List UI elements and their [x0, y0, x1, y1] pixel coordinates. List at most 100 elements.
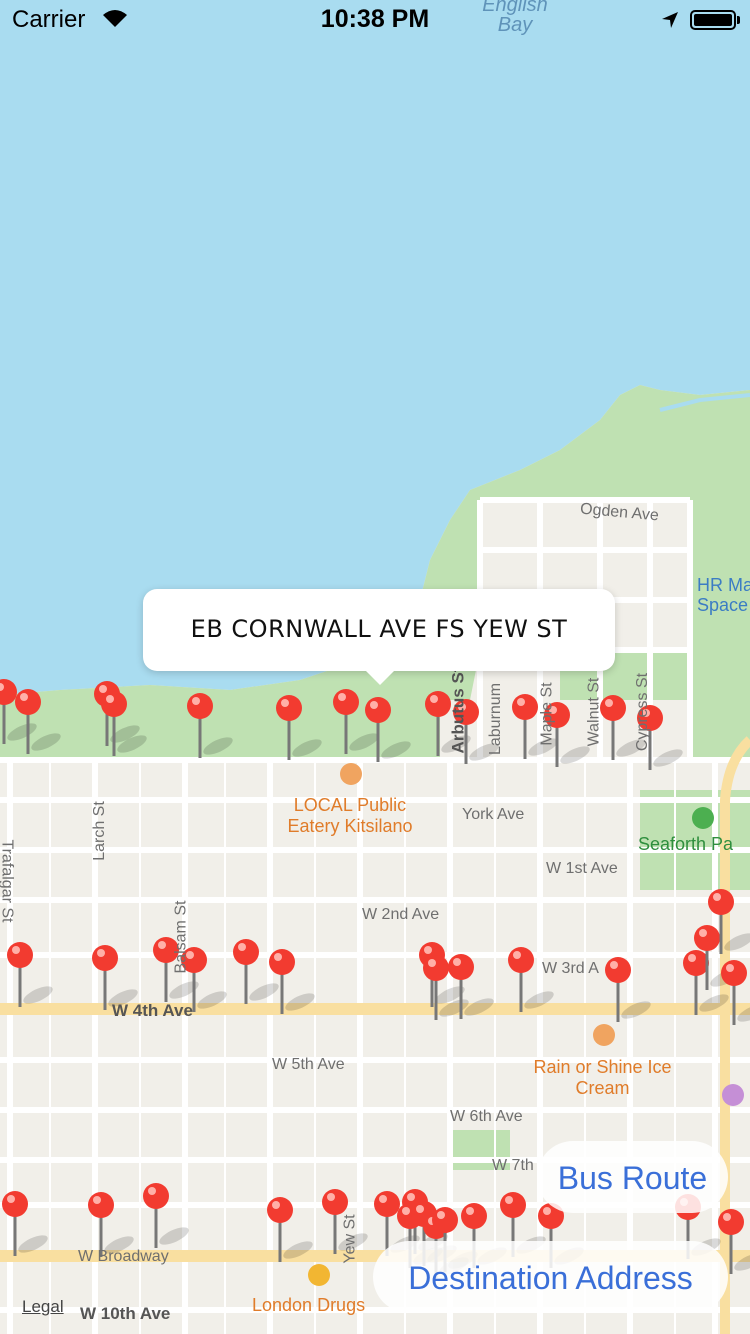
pin-highlight: [192, 697, 200, 705]
pin-highlight: [7, 1195, 15, 1203]
status-bar: Carrier 10:38 PM: [0, 0, 750, 40]
battery-cap: [737, 16, 740, 24]
pin-highlight: [407, 1193, 415, 1201]
pin-highlight: [370, 701, 378, 709]
pin-highlight: [428, 959, 436, 967]
street-w7th: W 7th: [492, 1157, 534, 1174]
location-arrow-icon: [662, 12, 678, 28]
pin-head: [92, 945, 118, 971]
pin-highlight: [20, 693, 28, 701]
poi-local-eatery[interactable]: LOCAL Public Eatery Kitsilano: [270, 795, 430, 837]
pin-highlight: [543, 1207, 551, 1215]
pin-highlight: [327, 1193, 335, 1201]
pin-head: [432, 1207, 458, 1233]
park-icon[interactable]: [692, 807, 714, 829]
battery-icon: [690, 10, 736, 30]
poi-hr-ma[interactable]: HR Ma: [697, 575, 750, 595]
legal-link[interactable]: Legal: [22, 1297, 64, 1317]
pin-head: [423, 955, 449, 981]
pin-highlight: [713, 893, 721, 901]
pin-head: [267, 1197, 293, 1223]
pin-highlight: [12, 946, 20, 954]
callout-title: EB CORNWALL AVE FS YEW ST: [190, 615, 568, 643]
street-larch-st: Larch St: [90, 801, 108, 861]
pin-highlight: [437, 1211, 445, 1219]
pin-head: [143, 1183, 169, 1209]
street-walnut-st: Walnut St: [585, 677, 603, 747]
pin-head: [683, 950, 709, 976]
pin-head: [7, 942, 33, 968]
pin-head: [694, 925, 720, 951]
street-w10th-ave: W 10th Ave: [80, 1304, 171, 1323]
street-w3rd-ave: W 3rd A: [542, 960, 599, 977]
pin-head: [425, 691, 451, 717]
pin-highlight: [158, 941, 166, 949]
theater-icon[interactable]: [722, 1084, 744, 1106]
street-cypress-st: Cypress St: [634, 672, 652, 752]
pin-head: [269, 949, 295, 975]
poi-seaforth[interactable]: Seaforth Pa: [638, 834, 733, 855]
pin-highlight: [97, 949, 105, 957]
pin-head: [718, 1209, 744, 1235]
pin-highlight: [148, 1187, 156, 1195]
pin-highlight: [605, 699, 613, 707]
pin-highlight: [272, 1201, 280, 1209]
pin-head: [508, 947, 534, 973]
pin-head: [721, 960, 747, 986]
destination-address-button[interactable]: Destination Address: [373, 1241, 728, 1313]
poi-space[interactable]: Space: [697, 595, 748, 615]
pin-highlight: [379, 1195, 387, 1203]
pin-head: [512, 694, 538, 720]
pin-head: [605, 957, 631, 983]
pin-highlight: [513, 951, 521, 959]
pin-head: [708, 889, 734, 915]
pin-callout[interactable]: EB CORNWALL AVE FS YEW ST: [143, 589, 615, 685]
bus-route-button[interactable]: Bus Route: [537, 1141, 728, 1213]
street-maple-st: Maple St: [538, 682, 556, 746]
street-arbutus-st: Arbutus St: [448, 666, 468, 754]
pin-head: [2, 1191, 28, 1217]
pin-head: [500, 1192, 526, 1218]
ice-cream-icon[interactable]: [593, 1024, 615, 1046]
pin-highlight: [466, 1207, 474, 1215]
clock: 10:38 PM: [320, 5, 430, 33]
pin-highlight: [424, 946, 432, 954]
pin-head: [365, 697, 391, 723]
pin-head: [333, 689, 359, 715]
street-w-broadway: W Broadway: [78, 1248, 169, 1265]
street-yew-st: Yew St: [341, 1214, 359, 1264]
street-laburnum: Laburnum: [487, 682, 505, 756]
pin-highlight: [338, 693, 346, 701]
pin-head: [448, 954, 474, 980]
pin-highlight: [430, 695, 438, 703]
street-w6th-ave: W 6th Ave: [450, 1108, 523, 1125]
pin-highlight: [416, 1205, 424, 1213]
pin-head: [374, 1191, 400, 1217]
poi-london-drugs[interactable]: London Drugs: [252, 1295, 365, 1316]
pin-highlight: [99, 685, 107, 693]
pin-highlight: [93, 1196, 101, 1204]
pin-highlight: [723, 1213, 731, 1221]
pin-highlight: [281, 699, 289, 707]
pin-head: [88, 1192, 114, 1218]
street-w2nd-ave: W 2nd Ave: [362, 906, 440, 923]
pin-head: [461, 1203, 487, 1229]
pin-head: [101, 691, 127, 717]
pin-highlight: [238, 943, 246, 951]
pin-highlight: [505, 1196, 513, 1204]
street-w5th-ave: W 5th Ave: [272, 1056, 345, 1073]
pin-highlight: [688, 954, 696, 962]
pin-head: [322, 1189, 348, 1215]
pin-highlight: [453, 958, 461, 966]
shopping-icon[interactable]: [308, 1264, 330, 1286]
pin-head: [15, 689, 41, 715]
restaurant-icon[interactable]: [340, 763, 362, 785]
pin-highlight: [106, 695, 114, 703]
pin-head: [276, 695, 302, 721]
street-balsam-st: Balsam St: [172, 900, 190, 974]
pin-head: [187, 693, 213, 719]
pin-highlight: [402, 1207, 410, 1215]
poi-rain-or-shine[interactable]: Rain or Shine Ice Cream: [530, 1057, 675, 1099]
pin-highlight: [610, 961, 618, 969]
pin-highlight: [726, 964, 734, 972]
